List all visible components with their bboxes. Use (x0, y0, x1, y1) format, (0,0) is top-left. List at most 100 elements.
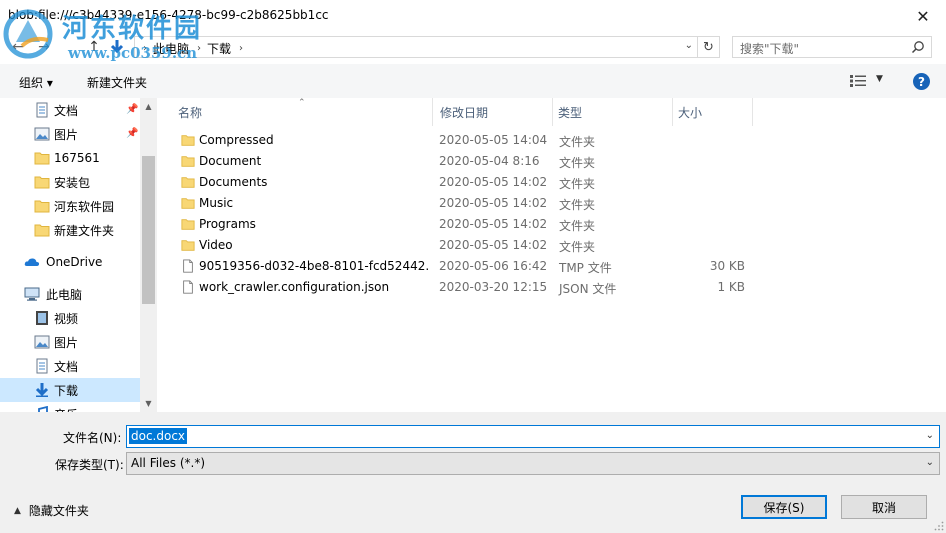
sidebar-item-label: 此电脑 (46, 287, 83, 302)
view-options-icon[interactable] (850, 74, 866, 88)
sidebar-item-documents[interactable]: 文档 (0, 354, 140, 378)
chevron-right-icon[interactable]: › (239, 43, 243, 54)
folder-icon (34, 176, 50, 189)
up-button[interactable]: ↑ (84, 37, 104, 57)
sidebar-item-hedong[interactable]: 河东软件园 (0, 194, 140, 218)
filetype-label: 保存类型(T): (55, 458, 124, 472)
column-header-type[interactable]: 类型 (540, 98, 660, 126)
chevron-down-icon[interactable]: ⌄ (685, 40, 693, 51)
chevron-down-icon[interactable]: ⌄ (926, 430, 934, 441)
table-row[interactable]: Video 2020-05-05 14:02 文件夹 (176, 235, 766, 256)
table-row[interactable]: Compressed 2020-05-05 14:04 文件夹 (176, 130, 766, 151)
search-input[interactable]: 搜索"下载" (732, 36, 932, 58)
chevron-right-icon[interactable]: › (197, 43, 201, 54)
up-arrow-icon: ↑ (88, 39, 100, 55)
sidebar-item-label: 河东软件园 (54, 199, 115, 214)
back-arrow-icon: ← (12, 39, 24, 55)
file-size: 30 KB (709, 259, 745, 273)
sidebar-item-music[interactable]: 音乐 (0, 402, 140, 412)
title-bar: blob:file:///c3b44339-e156-4278-bc99-c2b… (0, 0, 946, 32)
chevron-down-icon[interactable]: ⌄ (926, 457, 934, 468)
chevron-up-icon: ▲ (14, 505, 21, 516)
column-header-date[interactable]: 修改日期 (422, 98, 542, 126)
organize-button[interactable]: 组织 ▾ (19, 74, 53, 91)
breadcrumb-item-downloads[interactable]: 下载 (207, 40, 231, 57)
filename-label: 文件名(N): (63, 431, 122, 445)
sidebar-item-label: 下载 (54, 383, 79, 398)
resize-grip-icon[interactable] (934, 521, 944, 531)
refresh-icon: ↻ (703, 39, 714, 55)
column-divider[interactable] (752, 98, 753, 126)
sidebar-item-new-folder[interactable]: 新建文件夹 (0, 218, 140, 242)
table-row[interactable]: Programs 2020-05-05 14:02 文件夹 (176, 214, 766, 235)
picture-icon (34, 335, 50, 349)
save-button[interactable]: 保存(S) (741, 495, 827, 519)
column-header-size[interactable]: 大小 (660, 98, 752, 126)
sidebar-item-downloads[interactable]: 下载 (0, 378, 140, 402)
sidebar-item-label: 新建文件夹 (54, 223, 115, 238)
filetype-select[interactable]: All Files (*.*) ⌄ (126, 452, 940, 475)
sidebar-item-documents-quick[interactable]: 文档 📌 (0, 98, 140, 122)
cancel-button[interactable]: 取消 (841, 495, 927, 519)
sidebar-item-label: OneDrive (46, 255, 103, 269)
command-bar: 组织 ▾ 新建文件夹 ▼ ? (0, 64, 946, 98)
scroll-up-icon[interactable]: ▲ (143, 101, 154, 112)
column-header-name[interactable]: 名称 (160, 98, 432, 126)
sidebar-scrollbar[interactable]: ▲ ▼ (140, 98, 157, 412)
scrollbar-thumb[interactable] (142, 156, 155, 304)
file-name: Programs (199, 217, 256, 231)
sidebar-item-this-pc[interactable]: 此电脑 (0, 282, 140, 306)
table-row[interactable]: Documents 2020-05-05 14:02 文件夹 (176, 172, 766, 193)
breadcrumb-item-this-pc[interactable]: 此电脑 (153, 40, 189, 57)
file-name: Compressed (199, 133, 274, 147)
close-icon: ✕ (916, 6, 930, 26)
help-icon[interactable]: ? (913, 73, 930, 90)
file-name: 90519356-d032-4be8-8101-fcd52442... (199, 259, 429, 273)
table-row[interactable]: Document 2020-05-04 8:16 文件夹 (176, 151, 766, 172)
hide-folders-toggle[interactable]: ▲ 隐藏文件夹 (14, 502, 89, 519)
video-icon (36, 311, 48, 325)
computer-icon (24, 287, 40, 301)
back-button[interactable]: ← (8, 37, 28, 57)
file-date: 2020-05-05 14:02 (439, 196, 548, 210)
sidebar-item-label: 文档 (54, 359, 79, 374)
file-date: 2020-05-05 14:02 (439, 238, 548, 252)
sidebar-item-pictures-quick[interactable]: 图片 📌 (0, 122, 140, 146)
new-folder-button[interactable]: 新建文件夹 (87, 74, 147, 91)
sidebar-item-installers[interactable]: 安装包 (0, 170, 140, 194)
filename-field[interactable]: doc.docx ⌄ (126, 425, 940, 448)
folder-icon (34, 200, 50, 213)
folder-icon (34, 152, 50, 165)
file-date: 2020-05-04 8:16 (439, 154, 540, 168)
address-bar[interactable]: › 此电脑 › 下载 › ⌄ (110, 36, 698, 58)
close-button[interactable]: ✕ (900, 0, 946, 32)
scroll-down-icon[interactable]: ▼ (143, 398, 154, 409)
document-icon (36, 102, 48, 118)
refresh-button[interactable]: ↻ (698, 36, 720, 58)
sidebar-item-label: 图片 (54, 335, 79, 350)
sidebar-item-label: 安装包 (54, 175, 91, 190)
filename-value[interactable]: doc.docx (129, 428, 188, 444)
table-row[interactable]: 90519356-d032-4be8-8101-fcd52442... 2020… (176, 256, 766, 277)
table-row[interactable]: Music 2020-05-05 14:02 文件夹 (176, 193, 766, 214)
forward-button[interactable]: → (34, 37, 54, 57)
search-placeholder: 搜索"下载" (740, 42, 800, 56)
picture-icon (34, 127, 50, 141)
chevron-right-icon: › (143, 43, 147, 54)
sidebar-item-videos[interactable]: 视频 (0, 306, 140, 330)
sidebar-item-label: 文档 (54, 103, 79, 118)
sidebar-item-onedrive[interactable]: OneDrive (0, 250, 140, 274)
table-row[interactable]: work_crawler.configuration.json 2020-03-… (176, 277, 766, 298)
file-name: Document (199, 154, 262, 168)
search-icon (911, 41, 924, 54)
folder-icon (181, 240, 195, 251)
file-type: 文件夹 (559, 135, 596, 149)
filetype-value: All Files (*.*) (131, 456, 206, 470)
file-icon (183, 259, 193, 273)
view-dropdown-icon[interactable]: ▼ (876, 74, 883, 84)
file-icon (183, 280, 193, 294)
sidebar-item-pictures[interactable]: 图片 (0, 330, 140, 354)
sidebar-item-167561[interactable]: 167561 (0, 146, 140, 170)
file-name: Video (199, 238, 233, 252)
file-name: work_crawler.configuration.json (199, 280, 390, 294)
